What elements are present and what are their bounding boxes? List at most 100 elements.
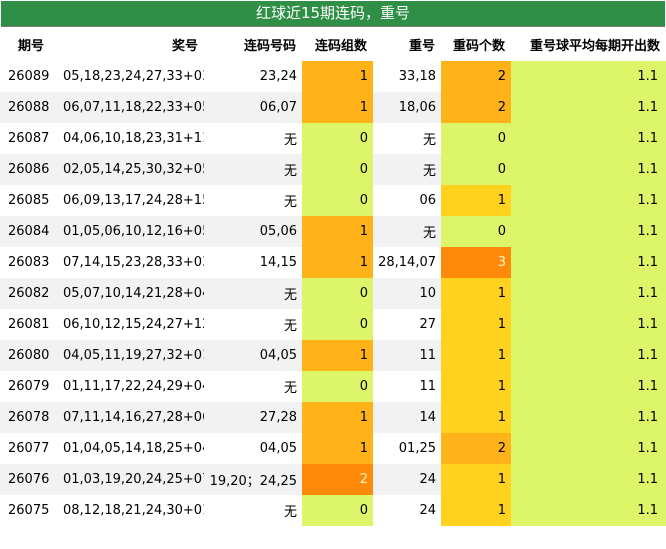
table-row: 26078 07,11,14,16,27,28+06 27,28 1 14 1 1.1 (0, 402, 666, 433)
table-body: 26089 05,18,23,24,27,33+03 23,24 1 33,18 2 1.1… (0, 61, 666, 526)
cell-repeat-count: 0 (441, 154, 511, 185)
cell-avg: 1.1 (511, 247, 666, 278)
cell-consec-groups: 0 (302, 309, 373, 340)
cell-consec-groups: 0 (302, 371, 373, 402)
cell-issue: 26086 (0, 154, 58, 185)
table-row: 26082 05,07,10,14,21,28+04 无 0 10 1 1.1 (0, 278, 666, 309)
cell-repeat: 18,06 (373, 92, 441, 123)
cell-repeat: 01,25 (398, 441, 436, 456)
cell-avg: 1.1 (511, 495, 666, 526)
table-row: 26081 06,10,12,15,24,27+12 无 0 27 1 1.1 (0, 309, 666, 340)
cell-avg: 1.1 (511, 185, 666, 216)
header-avg: 重号球平均每期开出数 (511, 28, 666, 61)
cell-issue: 26079 (8, 379, 50, 394)
cell-avg: 1.1 (511, 340, 666, 371)
cell-draw: 06,07,11,18,22,33+05 (58, 92, 204, 123)
cell-draw: 06,10,12,15,24,27+12 (63, 317, 204, 332)
cell-draw: 01,05,06,10,12,16+05 (58, 216, 204, 247)
cell-consec-groups: 1 (302, 340, 373, 371)
cell-consec: 04,05 (259, 441, 297, 456)
cell-consec: 05,06 (204, 216, 302, 247)
cell-consec-groups: 1 (302, 216, 373, 247)
cell-repeat-count: 2 (441, 92, 511, 123)
cell-consec-groups: 1 (302, 92, 373, 123)
cell-draw: 05,18,23,24,27,33+03 (63, 69, 204, 84)
sheet-title: 红球近15期连码，重号 (1, 1, 665, 27)
cell-consec-groups: 1 (302, 433, 373, 464)
cell-repeat-count: 3 (441, 247, 511, 278)
cell-repeat: 33,18 (398, 69, 436, 84)
cell-issue: 26084 (0, 216, 58, 247)
cell-repeat: 无 (373, 216, 441, 247)
cell-consec: 无 (204, 278, 302, 309)
header-row: 期号 奖号 连码号码 连码组数 重号 重码个数 重号球平均每期开出数 (0, 28, 666, 61)
cell-repeat-count: 1 (441, 340, 511, 371)
cell-consec-groups: 0 (302, 185, 373, 216)
cell-consec: 无 (283, 505, 297, 520)
cell-consec: 14,15 (259, 255, 297, 270)
stats-table: 期号 奖号 连码号码 连码组数 重号 重码个数 重号球平均每期开出数 26089… (0, 28, 666, 526)
cell-repeat: 11 (419, 379, 436, 394)
cell-avg: 1.1 (511, 92, 666, 123)
cell-draw: 05,07,10,14,21,28+04 (58, 278, 204, 309)
cell-repeat: 无 (373, 154, 441, 185)
cell-issue: 26077 (8, 441, 50, 456)
cell-repeat: 06 (419, 193, 436, 208)
cell-avg: 1.1 (511, 278, 666, 309)
cell-repeat: 27 (419, 317, 436, 332)
cell-avg: 1.1 (511, 309, 666, 340)
table-row: 26089 05,18,23,24,27,33+03 23,24 1 33,18 2 1.1 (0, 61, 666, 92)
cell-avg: 1.1 (511, 216, 666, 247)
cell-consec-groups: 1 (302, 402, 373, 433)
cell-repeat-count: 1 (441, 402, 511, 433)
cell-repeat-count: 0 (441, 216, 511, 247)
table-row: 26075 08,12,18,21,24,30+01 无 0 24 1 1.1 (0, 495, 666, 526)
header-issue: 期号 (0, 28, 58, 61)
table-row: 26079 01,11,17,22,24,29+04 无 0 11 1 1.1 (0, 371, 666, 402)
lottery-stats-sheet: 红球近15期连码，重号 期号 奖号 连码号码 连码组数 重号 重码个数 重号球平… (0, 0, 666, 549)
cell-issue: 26088 (0, 92, 58, 123)
cell-repeat-count: 1 (441, 309, 511, 340)
cell-draw: 07,14,15,23,28,33+03 (63, 255, 204, 270)
cell-consec: 无 (204, 154, 302, 185)
cell-consec: 无 (283, 195, 297, 210)
cell-repeat: 11 (373, 340, 441, 371)
cell-consec-groups: 1 (302, 247, 373, 278)
cell-consec: 无 (283, 133, 297, 148)
cell-repeat-count: 2 (441, 433, 511, 464)
header-repeat: 重号 (373, 28, 441, 61)
cell-avg: 1.1 (511, 154, 666, 185)
cell-avg: 1.1 (511, 464, 666, 495)
cell-consec: 04,05 (204, 340, 302, 371)
cell-repeat-count: 0 (441, 123, 511, 154)
cell-consec-groups: 0 (302, 154, 373, 185)
table-row: 26085 06,09,13,17,24,28+15 无 0 06 1 1.1 (0, 185, 666, 216)
table-row: 26084 01,05,06,10,12,16+05 05,06 1 无 0 1.1 (0, 216, 666, 247)
cell-consec: 19,20；24,25 (204, 464, 302, 495)
cell-issue: 26081 (8, 317, 50, 332)
cell-consec: 23,24 (259, 69, 297, 84)
header-repeat-count: 重码个数 (441, 28, 511, 61)
table-row: 26083 07,14,15,23,28,33+03 14,15 1 28,14,07 3… (0, 247, 666, 278)
table-row: 26087 04,06,10,18,23,31+11 无 0 无 0 1.1 (0, 123, 666, 154)
table-row: 26088 06,07,11,18,22,33+05 06,07 1 18,06 2 1.1 (0, 92, 666, 123)
cell-draw: 01,03,19,20,24,25+07 (58, 464, 204, 495)
cell-consec-groups: 2 (302, 464, 373, 495)
table-row: 26086 02,05,14,25,30,32+05 无 0 无 0 1.1 (0, 154, 666, 185)
cell-draw: 01,11,17,22,24,29+04 (63, 379, 204, 394)
cell-consec-groups: 0 (302, 123, 373, 154)
cell-repeat: 14 (373, 402, 441, 433)
table-row: 26077 01,04,05,14,18,25+04 04,05 1 01,25 2 1.1 (0, 433, 666, 464)
cell-issue: 26080 (0, 340, 58, 371)
cell-draw: 07,11,14,16,27,28+06 (58, 402, 204, 433)
cell-avg: 1.1 (511, 433, 666, 464)
cell-repeat: 24 (373, 464, 441, 495)
cell-consec-groups: 1 (302, 61, 373, 92)
cell-repeat: 10 (373, 278, 441, 309)
cell-issue: 26085 (8, 193, 50, 208)
cell-repeat-count: 1 (441, 464, 511, 495)
header-draw: 奖号 (58, 28, 204, 61)
cell-issue: 26075 (8, 503, 50, 518)
cell-repeat-count: 1 (441, 278, 511, 309)
cell-repeat-count: 1 (441, 495, 511, 526)
